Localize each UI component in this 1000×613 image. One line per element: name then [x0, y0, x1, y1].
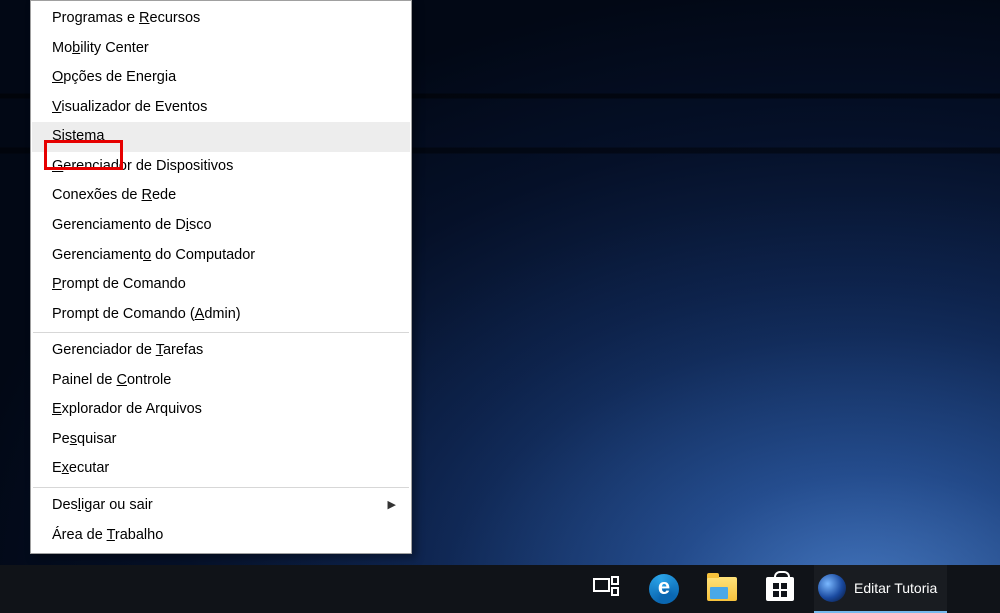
menu-item-label: Visualizador de Eventos [52, 98, 207, 118]
menu-item-label: Conexões de Rede [52, 186, 176, 206]
menu-item-pesquisar[interactable]: Pesquisar [32, 425, 410, 455]
menu-item-visualizador-de-eventos[interactable]: Visualizador de Eventos [32, 93, 410, 123]
menu-item-label: Área de Trabalho [52, 526, 163, 546]
menu-item-label: Painel de Controle [52, 371, 171, 391]
menu-item-mobility-center[interactable]: Mobility Center [32, 34, 410, 64]
menu-item-gerenciamento-do-computador[interactable]: Gerenciamento do Computador [32, 241, 410, 271]
menu-item-label: Gerenciador de Tarefas [52, 341, 203, 361]
menu-item-gerenciador-de-dispositivos[interactable]: Gerenciador de Dispositivos [32, 152, 410, 182]
menu-separator [33, 487, 409, 488]
menu-item-label: Mobility Center [52, 39, 149, 59]
menu-item-programas-e-recursos[interactable]: Programas e Recursos [32, 4, 410, 34]
menu-item-label: Gerenciamento de Disco [52, 216, 212, 236]
store-icon [766, 577, 794, 601]
edge-icon [649, 574, 679, 604]
winx-context-menu: Programas e Recursos Mobility Center Opçõe… [30, 0, 412, 554]
taskbar-app-button[interactable]: Editar Tutoria [814, 565, 947, 613]
menu-item-conex-es-de-rede[interactable]: Conexões de Rede [32, 181, 410, 211]
edge-browser-button[interactable] [640, 565, 688, 613]
task-view-button[interactable] [582, 565, 630, 613]
menu-item-rea-de-trabalho[interactable]: Área de Trabalho [32, 521, 410, 551]
menu-item-label: Prompt de Comando [52, 275, 186, 295]
menu-item-prompt-de-comando[interactable]: Prompt de Comando [32, 270, 410, 300]
menu-item-desligar-ou-sair[interactable]: Desligar ou sair ▶ [32, 491, 410, 521]
menu-item-label: Executar [52, 459, 109, 479]
menu-item-prompt-de-comando-admin[interactable]: Prompt de Comando (Admin) [32, 300, 410, 330]
menu-item-sistema[interactable]: Sistema [32, 122, 410, 152]
menu-item-label: Gerenciamento do Computador [52, 246, 255, 266]
task-view-icon [593, 576, 619, 603]
menu-item-explorador-de-arquivos[interactable]: Explorador de Arquivos [32, 395, 410, 425]
menu-item-op-es-de-energia[interactable]: Opções de Energia [32, 63, 410, 93]
menu-item-label: Pesquisar [52, 430, 117, 450]
menu-item-painel-de-controle[interactable]: Painel de Controle [32, 366, 410, 396]
folder-icon [707, 577, 737, 601]
menu-item-executar[interactable]: Executar [32, 454, 410, 484]
menu-item-label: Desligar ou sair [52, 496, 153, 516]
menu-item-gerenciador-de-tarefas[interactable]: Gerenciador de Tarefas [32, 336, 410, 366]
menu-item-label: Explorador de Arquivos [52, 400, 202, 420]
taskbar-app-label: Editar Tutoria [854, 580, 937, 596]
chevron-right-icon: ▶ [388, 498, 396, 513]
file-explorer-button[interactable] [698, 565, 746, 613]
taskbar: Editar Tutoria [0, 565, 1000, 613]
menu-separator [33, 332, 409, 333]
menu-item-label: Prompt de Comando (Admin) [52, 305, 241, 325]
menu-item-label: Gerenciador de Dispositivos [52, 157, 233, 177]
menu-item-gerenciamento-de-disco[interactable]: Gerenciamento de Disco [32, 211, 410, 241]
store-button[interactable] [756, 565, 804, 613]
menu-item-label: Programas e Recursos [52, 9, 200, 29]
globe-icon [818, 574, 846, 602]
menu-item-label: Opções de Energia [52, 68, 176, 88]
menu-item-label: Sistema [52, 127, 104, 147]
